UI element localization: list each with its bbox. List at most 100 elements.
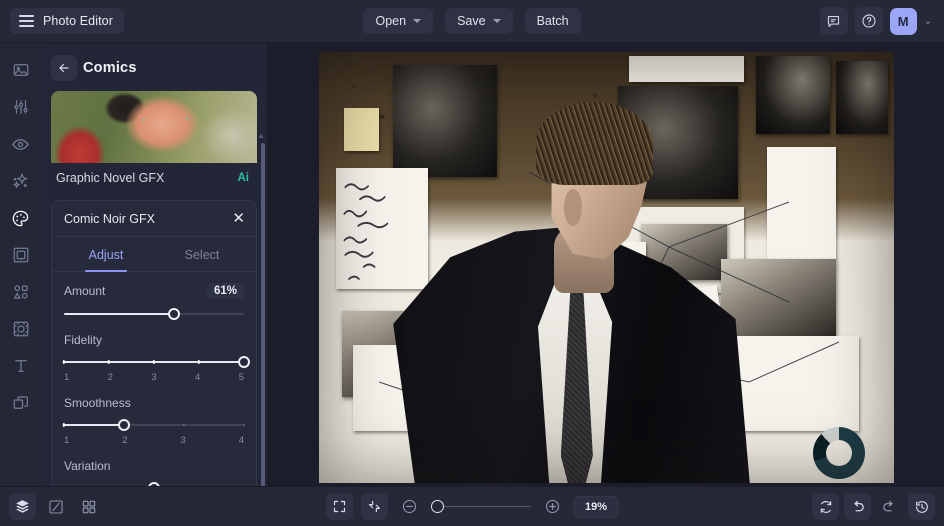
top-right-actions: M ⌄: [819, 7, 934, 35]
bottom-toolbar: 19%: [0, 486, 944, 526]
canvas-viewport[interactable]: 1: [268, 43, 944, 486]
avatar[interactable]: M: [889, 7, 917, 35]
side-panel: Comics Graphic Novel GFX Ai Comic Noir G…: [41, 43, 268, 493]
palette-icon: [12, 210, 29, 226]
batch-button[interactable]: Batch: [524, 8, 581, 34]
slider-fill: [64, 424, 124, 426]
scale-label: 4: [238, 435, 244, 446]
amount-slider[interactable]: [64, 308, 244, 320]
rail-item-adjust[interactable]: [6, 92, 36, 122]
rail-item-transform[interactable]: [6, 314, 36, 344]
zoom-out-button[interactable]: [396, 493, 423, 520]
effect-settings-card: Comic Noir GFX ✕ Adjust Select Amount 61…: [51, 200, 257, 486]
artwork-vignette: [319, 52, 894, 483]
rail-item-preview[interactable]: [6, 129, 36, 159]
preset-caption-row: Graphic Novel GFX Ai: [51, 163, 257, 194]
tab-select[interactable]: Select: [154, 237, 250, 271]
effect-tabs: Adjust Select: [52, 237, 256, 272]
rail-item-frames[interactable]: [6, 240, 36, 270]
layers-icon: [16, 500, 29, 513]
scale-label: 3: [151, 372, 157, 383]
crop-transform-icon: [13, 321, 28, 337]
control-variation-label: Variation: [64, 459, 111, 473]
rail-item-layers[interactable]: [6, 388, 36, 418]
shrink-to-fit-button[interactable]: [360, 493, 388, 520]
save-label: Save: [457, 14, 486, 28]
top-toolbar: Photo Editor Open Save Batch M ⌄: [0, 0, 944, 43]
scale-label: 5: [238, 372, 244, 383]
chevron-down-icon: [413, 19, 422, 23]
undo-button[interactable]: [844, 493, 871, 520]
help-circle-icon: [862, 14, 876, 28]
shapes-icon: [13, 285, 28, 299]
save-button[interactable]: Save: [445, 8, 513, 34]
slider-thumb[interactable]: [167, 308, 180, 320]
control-variation: Variation: [64, 459, 244, 486]
rail-item-text[interactable]: [6, 351, 36, 381]
open-label: Open: [375, 14, 407, 28]
rail-item-shapes[interactable]: [6, 277, 36, 307]
artboard[interactable]: 1: [318, 52, 894, 483]
app-body: Comics Graphic Novel GFX Ai Comic Noir G…: [0, 43, 944, 493]
panel-scrollbar[interactable]: [261, 143, 265, 493]
preset-thumbnail: [51, 91, 257, 163]
history-button[interactable]: [908, 493, 935, 520]
preset-name: Graphic Novel GFX: [56, 171, 165, 185]
control-smoothness-label: Smoothness: [64, 396, 131, 410]
slider-thumb[interactable]: [117, 419, 130, 431]
zoom-slider[interactable]: [430, 500, 531, 514]
history-icon: [915, 500, 928, 513]
top-center-actions: Open Save Batch: [0, 8, 944, 34]
help-button[interactable]: [854, 7, 883, 35]
sparkles-icon: [12, 172, 29, 189]
control-smoothness-header: Smoothness: [64, 396, 244, 410]
rail-item-image[interactable]: [6, 55, 36, 85]
app-menu-button[interactable]: Photo Editor: [10, 8, 124, 34]
slider-thumb[interactable]: [238, 356, 250, 368]
rail-item-styles[interactable]: [6, 203, 36, 233]
eye-icon: [12, 138, 29, 150]
back-button[interactable]: [51, 55, 77, 81]
fidelity-slider[interactable]: [62, 356, 250, 368]
batch-label: Batch: [536, 14, 569, 28]
fit-screen-button[interactable]: [325, 493, 353, 520]
comment-button[interactable]: [819, 7, 848, 35]
reset-button[interactable]: [812, 493, 839, 520]
zoom-in-button[interactable]: [539, 493, 566, 520]
account-chevron-down-icon[interactable]: ⌄: [924, 16, 934, 27]
zoom-slider-track: [436, 505, 531, 508]
scroll-up-indicator[interactable]: ▲: [257, 131, 265, 140]
control-amount-header: Amount 61%: [64, 283, 244, 299]
smoothness-scale: 1 2 3 4: [64, 435, 244, 446]
ai-badge: Ai: [237, 172, 250, 184]
history-controls: [812, 493, 935, 520]
page-title: Comics: [83, 60, 137, 76]
layers-button[interactable]: [9, 493, 36, 520]
open-button[interactable]: Open: [363, 8, 434, 34]
zoom-in-icon: [545, 499, 560, 514]
zoom-out-icon: [402, 499, 417, 514]
zoom-level-value[interactable]: 19%: [573, 495, 619, 518]
control-amount-label: Amount: [64, 284, 106, 298]
tool-rail: [0, 43, 41, 486]
rail-item-effects[interactable]: [6, 166, 36, 196]
smoothness-slider[interactable]: [62, 419, 246, 431]
canvas-area: 1: [268, 43, 944, 486]
undo-icon: [854, 500, 864, 512]
panel-scroll-area: Graphic Novel GFX Ai Comic Noir GFX ✕ Ad…: [41, 91, 267, 486]
compare-button[interactable]: [42, 493, 69, 520]
close-icon[interactable]: ✕: [232, 211, 245, 226]
control-fidelity-header: Fidelity: [64, 333, 244, 347]
grid-view-button[interactable]: [75, 493, 102, 520]
zoom-slider-thumb[interactable]: [430, 500, 444, 513]
compare-split-icon: [48, 499, 63, 514]
tab-adjust[interactable]: Adjust: [58, 237, 154, 272]
card-header: Comic Noir GFX ✕: [52, 201, 256, 237]
redo-button[interactable]: [876, 493, 903, 520]
preset-card-graphic-novel[interactable]: Graphic Novel GFX Ai: [51, 91, 257, 194]
layers-stack-icon: [13, 396, 28, 409]
text-icon: [14, 360, 27, 372]
arrow-left-icon: [59, 63, 69, 73]
effect-name: Comic Noir GFX: [64, 211, 155, 226]
control-variation-header: Variation: [64, 459, 244, 473]
